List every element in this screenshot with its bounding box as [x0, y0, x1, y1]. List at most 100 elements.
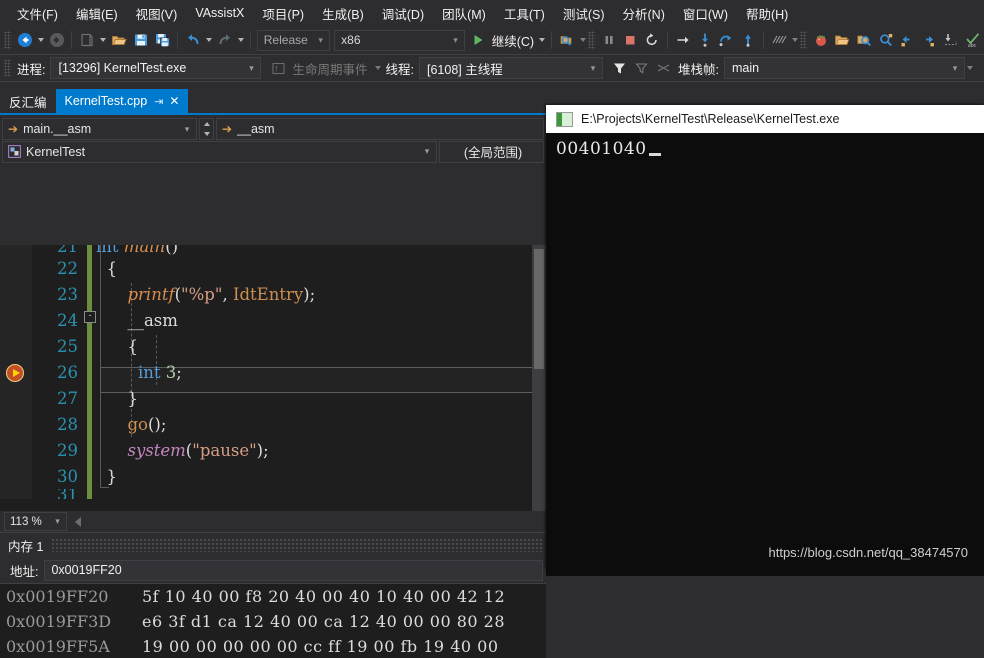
redo-dropdown-icon[interactable]	[236, 29, 246, 51]
undo-icon[interactable]	[182, 29, 204, 51]
solution-config-combo[interactable]: Release ▾	[256, 29, 331, 51]
toolbar-grip[interactable]	[4, 31, 11, 49]
new-project-dropdown-icon[interactable]	[98, 29, 108, 51]
debugbar-grip[interactable]	[4, 59, 11, 77]
stackframe-combo[interactable]: main ▾	[723, 57, 965, 79]
menu-edit[interactable]: 编辑(E)	[67, 1, 127, 26]
stop-icon[interactable]	[619, 29, 641, 51]
spell-check-icon[interactable]: abc	[962, 29, 984, 51]
continue-label[interactable]: 继续(C)	[489, 31, 537, 50]
project-combo[interactable]: KernelTest ▾	[2, 140, 437, 163]
run-to-cursor-icon[interactable]	[672, 29, 694, 51]
open-file-icon[interactable]	[108, 29, 130, 51]
menu-view[interactable]: 视图(V)	[127, 1, 187, 26]
console-output-area[interactable]: 00401040 https://blog.csdn.net/qq_384745…	[546, 133, 984, 576]
gutter-30[interactable]	[0, 463, 32, 489]
spinner-down-icon[interactable]	[203, 132, 210, 136]
code-line-27[interactable]: 27 }	[0, 385, 546, 411]
spinner-up-icon[interactable]	[203, 122, 210, 126]
pin-icon[interactable]: ⇥	[154, 95, 163, 108]
menu-project[interactable]: 项目(P)	[253, 1, 313, 26]
show-next-statement-icon[interactable]	[768, 29, 790, 51]
step-over-icon[interactable]	[716, 29, 738, 51]
find-in-files-icon[interactable]	[853, 29, 875, 51]
code-line-31[interactable]: 31	[0, 489, 546, 499]
find-previous-icon[interactable]	[897, 29, 919, 51]
code-editor[interactable]: 21 int main() - 22 { 23	[0, 245, 546, 511]
gutter-26[interactable]	[0, 359, 32, 385]
solution-platform-combo[interactable]: x86 ▾	[334, 29, 465, 51]
breakpoints-icon[interactable]	[810, 29, 832, 51]
tab-disassembly[interactable]: 反汇编	[0, 89, 56, 113]
filter-funnel-icon[interactable]	[609, 57, 631, 79]
code-line-22[interactable]: 22 {	[0, 255, 546, 281]
filter-off-icon[interactable]	[631, 57, 653, 79]
redo-icon[interactable]	[214, 29, 236, 51]
menu-window[interactable]: 窗口(W)	[674, 1, 737, 26]
member-combo[interactable]: ➔ __asm	[216, 118, 544, 140]
gutter-31[interactable]	[0, 489, 32, 499]
navigate-backward-dropdown-icon[interactable]	[36, 29, 46, 51]
quick-find-icon[interactable]	[875, 29, 897, 51]
current-statement-arrow-icon[interactable]	[6, 364, 24, 382]
menu-vassistx[interactable]: VAssistX	[186, 3, 253, 23]
step-into-icon[interactable]	[694, 29, 716, 51]
pause-icon[interactable]	[598, 29, 620, 51]
navigate-backward-icon[interactable]	[14, 29, 36, 51]
menu-build[interactable]: 生成(B)	[313, 1, 373, 26]
code-line-24[interactable]: 24 __asm	[0, 307, 546, 333]
toolbar-grip-2[interactable]	[587, 31, 595, 49]
zoom-level-combo[interactable]: 113 % ▾	[4, 512, 67, 531]
code-line-21[interactable]: 21 int main()	[0, 245, 546, 259]
editor-scroll-thumb[interactable]	[534, 249, 544, 369]
code-line-26[interactable]: 26 int 3;	[0, 359, 546, 385]
code-line-30[interactable]: 30 }	[0, 463, 546, 489]
step-out-icon[interactable]	[737, 29, 759, 51]
menu-test[interactable]: 测试(S)	[554, 1, 614, 26]
unwind-icon[interactable]	[653, 57, 675, 79]
debugbar-overflow-icon[interactable]	[965, 57, 975, 79]
gutter-23[interactable]	[0, 281, 32, 307]
continue-dropdown-icon[interactable]	[537, 29, 547, 51]
lifecycle-dropdown-icon[interactable]	[373, 57, 383, 79]
lifecycle-events-icon[interactable]: f	[267, 57, 289, 79]
code-line-28[interactable]: 28 go();	[0, 411, 546, 437]
console-window[interactable]: E:\Projects\KernelTest\Release\KernelTes…	[546, 105, 984, 576]
navigate-forward-icon[interactable]	[46, 29, 68, 51]
show-next-dropdown-icon[interactable]	[790, 29, 800, 51]
thread-combo[interactable]: [6108] 主线程 ▾	[418, 57, 603, 79]
code-area[interactable]: 21 int main() - 22 { 23	[0, 245, 546, 503]
gutter-25[interactable]	[0, 333, 32, 359]
menu-help[interactable]: 帮助(H)	[737, 1, 797, 26]
close-icon[interactable]: ✕	[169, 94, 179, 108]
process-combo[interactable]: [13296] KernelTest.exe ▾	[50, 57, 262, 79]
gutter-24[interactable]	[0, 307, 32, 333]
scope-combo[interactable]: ➔ main.__asm ▾	[2, 118, 197, 140]
restart-icon[interactable]	[641, 29, 663, 51]
code-line-25[interactable]: 25 {	[0, 333, 546, 359]
nav-spinner[interactable]	[199, 118, 214, 140]
gutter-27[interactable]	[0, 385, 32, 411]
fold-toggle-24[interactable]: -	[84, 311, 96, 323]
find-next-icon[interactable]	[919, 29, 941, 51]
menu-tools[interactable]: 工具(T)	[495, 1, 554, 26]
continue-play-icon[interactable]	[467, 29, 489, 51]
save-file-icon[interactable]	[130, 29, 152, 51]
attach-to-process-icon[interactable]	[556, 29, 578, 51]
gutter-22[interactable]	[0, 255, 32, 281]
code-line-29[interactable]: 29 system("pause");	[0, 437, 546, 463]
menu-debug[interactable]: 调试(D)	[373, 1, 433, 26]
memory-hex-view[interactable]: 0x0019FF20 5f 10 40 00 f8 20 40 00 40 10…	[0, 584, 546, 658]
save-all-icon[interactable]	[152, 29, 174, 51]
global-scope-combo[interactable]: (全局范围)	[439, 140, 544, 163]
memory-address-input[interactable]: 0x0019FF20	[44, 559, 543, 581]
surround-with-icon[interactable]	[940, 29, 962, 51]
editor-vertical-scrollbar[interactable]	[532, 245, 546, 511]
open-folder-2-icon[interactable]	[831, 29, 853, 51]
horizontal-scroll-left-icon[interactable]	[75, 516, 81, 527]
attach-dropdown-icon[interactable]	[578, 29, 588, 51]
console-title-bar[interactable]: E:\Projects\KernelTest\Release\KernelTes…	[546, 105, 984, 133]
new-project-icon[interactable]	[76, 29, 98, 51]
tab-kerneltest-cpp[interactable]: KernelTest.cpp ⇥ ✕	[55, 89, 189, 113]
undo-dropdown-icon[interactable]	[204, 29, 214, 51]
